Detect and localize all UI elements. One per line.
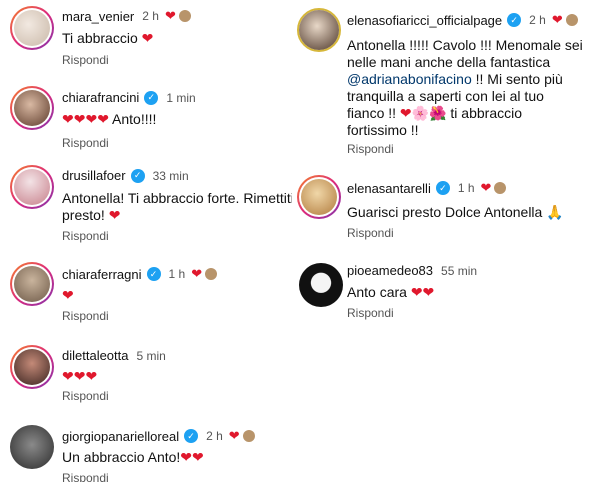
verified-badge-icon: ✓ (130, 168, 145, 183)
username[interactable]: chiarafrancini (62, 90, 139, 105)
timestamp: 2 h (529, 13, 546, 27)
creator-heart-icon: ❤ (480, 180, 492, 195)
comment-text: ❤❤❤❤ Anto!!!! (62, 111, 157, 127)
reply-button[interactable]: Rispondi (62, 389, 109, 403)
right-comment-column: elenasofiaricci_officialpage ✓ 2 h ❤ Ant… (292, 0, 600, 482)
username[interactable]: giorgiopanarielloreal (62, 429, 179, 444)
avatar[interactable] (299, 263, 343, 307)
username[interactable]: pioeamedeo83 (347, 263, 433, 278)
comment-text-line-4: tranquilla a saperti con lei al tuo (347, 88, 544, 104)
avatar[interactable] (10, 345, 54, 389)
creator-avatar (205, 268, 218, 280)
timestamp: 5 min (136, 348, 166, 363)
comment-text-line-2: nelle mani anche della fantastica (347, 54, 551, 70)
verified-badge-icon: ✓ (507, 13, 522, 27)
comment-text-line-2: presto! ❤ (62, 207, 121, 223)
avatar[interactable] (10, 6, 54, 50)
comment-text: ❤ (62, 287, 74, 303)
reply-button[interactable]: Rispondi (62, 136, 109, 150)
reply-button[interactable]: Rispondi (62, 471, 109, 482)
reply-button[interactable]: Rispondi (347, 226, 394, 240)
timestamp: 55 min (441, 263, 478, 278)
comment-text: Ti abbraccio ❤ (62, 30, 154, 46)
verified-badge-icon: ✓ (184, 429, 199, 443)
creator-avatar (494, 182, 507, 194)
avatar[interactable] (10, 425, 54, 469)
reply-button[interactable]: Rispondi (347, 306, 394, 320)
comment-text: Anto cara ❤❤ (347, 284, 435, 300)
reply-button[interactable]: Rispondi (62, 309, 109, 323)
username[interactable]: elenasofiaricci_officialpage (347, 13, 502, 28)
reply-button[interactable]: Rispondi (347, 142, 394, 156)
comment-text-line-3: @adrianabonifacino !! Mi sento più (347, 71, 563, 87)
left-comment-column: mara_venier 2 h ❤ Ti abbraccio ❤ Rispond… (0, 0, 340, 482)
reply-button[interactable]: Rispondi (62, 229, 109, 243)
timestamp: 2 h (206, 429, 223, 443)
verified-badge-icon: ✓ (144, 90, 159, 105)
username[interactable]: mara_venier (62, 9, 134, 24)
comment-text-line-6: fortissimo !! (347, 122, 419, 138)
avatar[interactable] (297, 8, 341, 52)
comment-text-line-1: Antonella !!!!! Cavolo !!! Menomale sei (347, 37, 583, 53)
praying-hands-icon: 🙏 (546, 204, 564, 220)
username[interactable]: elenasantarelli (347, 181, 431, 196)
verified-badge-icon: ✓ (435, 181, 450, 195)
creator-avatar (565, 14, 578, 26)
comment-text: Guarisci presto Dolce Antonella 🙏 (347, 204, 564, 220)
comment-text-line-1: Antonella! Ti abbraccio forte. Rimettiti (62, 190, 294, 206)
timestamp: 2 h (142, 9, 159, 23)
timestamp: 1 h (168, 267, 186, 281)
username[interactable]: drusillafoer (62, 168, 126, 183)
username[interactable]: chiaraferragni (62, 267, 142, 282)
creator-heart-icon: ❤ (164, 8, 176, 23)
creator-avatar (178, 10, 191, 22)
creator-heart-icon: ❤ (191, 266, 203, 281)
verified-badge-icon: ✓ (146, 267, 161, 281)
comment-text-line-5: fianco !! ❤🌸🌺 ti abbraccio (347, 105, 522, 121)
timestamp: 1 h (457, 181, 475, 195)
avatar[interactable] (10, 165, 54, 209)
creator-heart-icon: ❤ (228, 428, 240, 443)
avatar[interactable] (297, 175, 341, 219)
timestamp: 1 min (166, 90, 196, 105)
mention-link[interactable]: @adrianabonifacino (347, 71, 472, 87)
creator-avatar (242, 430, 255, 442)
avatar[interactable] (10, 86, 54, 130)
avatar[interactable] (10, 262, 54, 306)
creator-heart-icon: ❤ (551, 12, 563, 27)
reply-button[interactable]: Rispondi (62, 53, 109, 67)
timestamp: 33 min (152, 168, 189, 183)
username[interactable]: dilettaleotta (62, 348, 129, 363)
comment-text: ❤❤❤ (62, 368, 98, 384)
comment-text: Un abbraccio Anto!❤❤ (62, 449, 204, 465)
